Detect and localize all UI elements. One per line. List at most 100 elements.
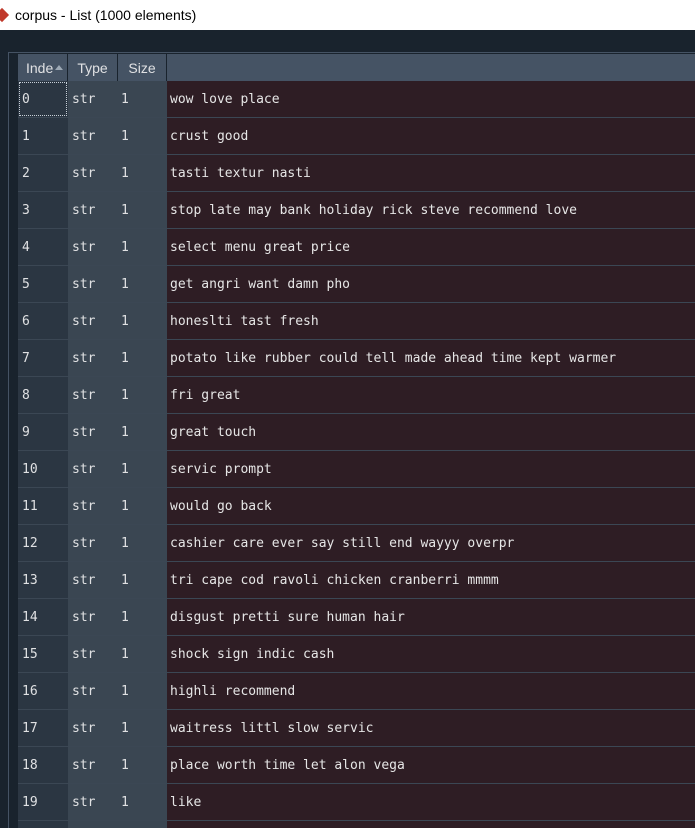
cell-value[interactable]: like — [167, 784, 695, 820]
column-header-index[interactable]: Inde — [18, 54, 68, 81]
cell-type[interactable]: str — [68, 377, 118, 413]
cell-index[interactable]: 19 — [18, 784, 68, 820]
cell-value[interactable]: stop late may bank holiday rick steve re… — [167, 192, 695, 228]
cell-size[interactable]: 1 — [118, 710, 167, 746]
cell-size[interactable]: 1 — [118, 414, 167, 450]
cell-type[interactable]: str — [68, 118, 118, 154]
table-row[interactable]: 19 str 1 like — [18, 784, 695, 821]
table-row[interactable]: 4 str 1 select menu great price — [18, 229, 695, 266]
cell-index[interactable]: 3 — [18, 192, 68, 228]
cell-value[interactable]: select menu great price — [167, 229, 695, 265]
table-row[interactable]: 1 str 1 crust good — [18, 118, 695, 155]
table-row[interactable]: 15 str 1 shock sign indic cash — [18, 636, 695, 673]
cell-index[interactable]: 13 — [18, 562, 68, 598]
cell-size[interactable]: 1 — [118, 377, 167, 413]
cell-value[interactable]: would go back — [167, 488, 695, 524]
cell-size[interactable]: 1 — [118, 81, 167, 117]
cell-index[interactable]: 1 — [18, 118, 68, 154]
column-header-size[interactable]: Size — [118, 54, 167, 81]
cell-size[interactable]: 1 — [118, 155, 167, 191]
cell-index[interactable]: 9 — [18, 414, 68, 450]
table-row[interactable]: 7 str 1 potato like rubber could tell made … — [18, 340, 695, 377]
cell-size[interactable]: 1 — [118, 636, 167, 672]
cell-index[interactable]: 12 — [18, 525, 68, 561]
cell-value[interactable]: shock sign indic cash — [167, 636, 695, 672]
table-row[interactable]: 12 str 1 cashier care ever say still end wa… — [18, 525, 695, 562]
cell-size[interactable]: 1 — [118, 673, 167, 709]
cell-type[interactable]: str — [68, 488, 118, 524]
table-row[interactable]: 10 str 1 servic prompt — [18, 451, 695, 488]
cell-type[interactable]: str — [68, 340, 118, 376]
cell-type[interactable]: str — [68, 81, 118, 117]
cell-size[interactable]: 1 — [118, 488, 167, 524]
cell-index[interactable]: 17 — [18, 710, 68, 746]
table-row[interactable]: 16 str 1 highli recommend — [18, 673, 695, 710]
table-row[interactable]: 18 str 1 place worth time let alon vega — [18, 747, 695, 784]
cell-type[interactable]: str — [68, 451, 118, 487]
cell-size[interactable]: 1 — [118, 118, 167, 154]
column-header-value[interactable] — [167, 54, 695, 81]
cell-index[interactable]: 14 — [18, 599, 68, 635]
cell-value[interactable]: potato like rubber could tell made ahead… — [167, 340, 695, 376]
cell-size[interactable]: 1 — [118, 340, 167, 376]
cell-type[interactable]: str — [68, 710, 118, 746]
column-header-type[interactable]: Type — [68, 54, 118, 81]
cell-type[interactable]: str — [68, 673, 118, 709]
cell-value[interactable]: cashier care ever say still end wayyy ov… — [167, 525, 695, 561]
cell-size[interactable]: 1 — [118, 229, 167, 265]
cell-value[interactable]: waitress littl slow servic — [167, 710, 695, 746]
cell-type[interactable]: str — [68, 229, 118, 265]
cell-value[interactable]: tri cape cod ravoli chicken cranberri mm… — [167, 562, 695, 598]
table-row[interactable]: 13 str 1 tri cape cod ravoli chicken cranbe… — [18, 562, 695, 599]
cell-size[interactable]: 1 — [118, 525, 167, 561]
cell-value[interactable]: fri great — [167, 377, 695, 413]
cell-type[interactable]: str — [68, 192, 118, 228]
cell-index[interactable]: 4 — [18, 229, 68, 265]
cell-value[interactable]: get angri want damn pho — [167, 266, 695, 302]
cell-value[interactable]: servic prompt — [167, 451, 695, 487]
cell-type[interactable]: str — [68, 155, 118, 191]
table-row[interactable]: 11 str 1 would go back — [18, 488, 695, 525]
table-row[interactable]: 3 str 1 stop late may bank holiday rick ste… — [18, 192, 695, 229]
cell-index[interactable]: 10 — [18, 451, 68, 487]
cell-size[interactable]: 1 — [118, 303, 167, 339]
cell-value[interactable]: place worth time let alon vega — [167, 747, 695, 783]
cell-value[interactable]: honeslti tast fresh — [167, 303, 695, 339]
cell-index[interactable]: 2 — [18, 155, 68, 191]
cell-size[interactable]: 1 — [118, 192, 167, 228]
cell-index[interactable]: 16 — [18, 673, 68, 709]
cell-size[interactable]: 1 — [118, 784, 167, 820]
cell-index[interactable]: 7 — [18, 340, 68, 376]
cell-value[interactable]: tasti textur nasti — [167, 155, 695, 191]
cell-index[interactable]: 18 — [18, 747, 68, 783]
cell-index[interactable]: 6 — [18, 303, 68, 339]
table-row[interactable]: 0 str 1 wow love place — [18, 81, 695, 118]
table-row[interactable]: 9 str 1 great touch — [18, 414, 695, 451]
cell-index[interactable]: 5 — [18, 266, 68, 302]
cell-index[interactable]: 15 — [18, 636, 68, 672]
cell-value[interactable]: highli recommend — [167, 673, 695, 709]
cell-value[interactable]: crust good — [167, 118, 695, 154]
table-row[interactable]: 14 str 1 disgust pretti sure human hair — [18, 599, 695, 636]
cell-index[interactable]: 0 — [18, 81, 68, 117]
cell-value[interactable]: wow love place — [167, 81, 695, 117]
cell-size[interactable]: 1 — [118, 266, 167, 302]
cell-type[interactable]: str — [68, 562, 118, 598]
cell-size[interactable]: 1 — [118, 562, 167, 598]
table-row[interactable]: 2 str 1 tasti textur nasti — [18, 155, 695, 192]
cell-type[interactable]: str — [68, 303, 118, 339]
cell-type[interactable]: str — [68, 747, 118, 783]
cell-type[interactable]: str — [68, 784, 118, 820]
cell-value[interactable]: great touch — [167, 414, 695, 450]
cell-index[interactable]: 11 — [18, 488, 68, 524]
cell-type[interactable]: str — [68, 266, 118, 302]
cell-value[interactable]: disgust pretti sure human hair — [167, 599, 695, 635]
cell-size[interactable]: 1 — [118, 747, 167, 783]
cell-type[interactable]: str — [68, 599, 118, 635]
cell-type[interactable]: str — [68, 636, 118, 672]
cell-type[interactable]: str — [68, 525, 118, 561]
table-row[interactable]: 6 str 1 honeslti tast fresh — [18, 303, 695, 340]
cell-index[interactable]: 8 — [18, 377, 68, 413]
table-row[interactable]: 5 str 1 get angri want damn pho — [18, 266, 695, 303]
cell-type[interactable]: str — [68, 414, 118, 450]
